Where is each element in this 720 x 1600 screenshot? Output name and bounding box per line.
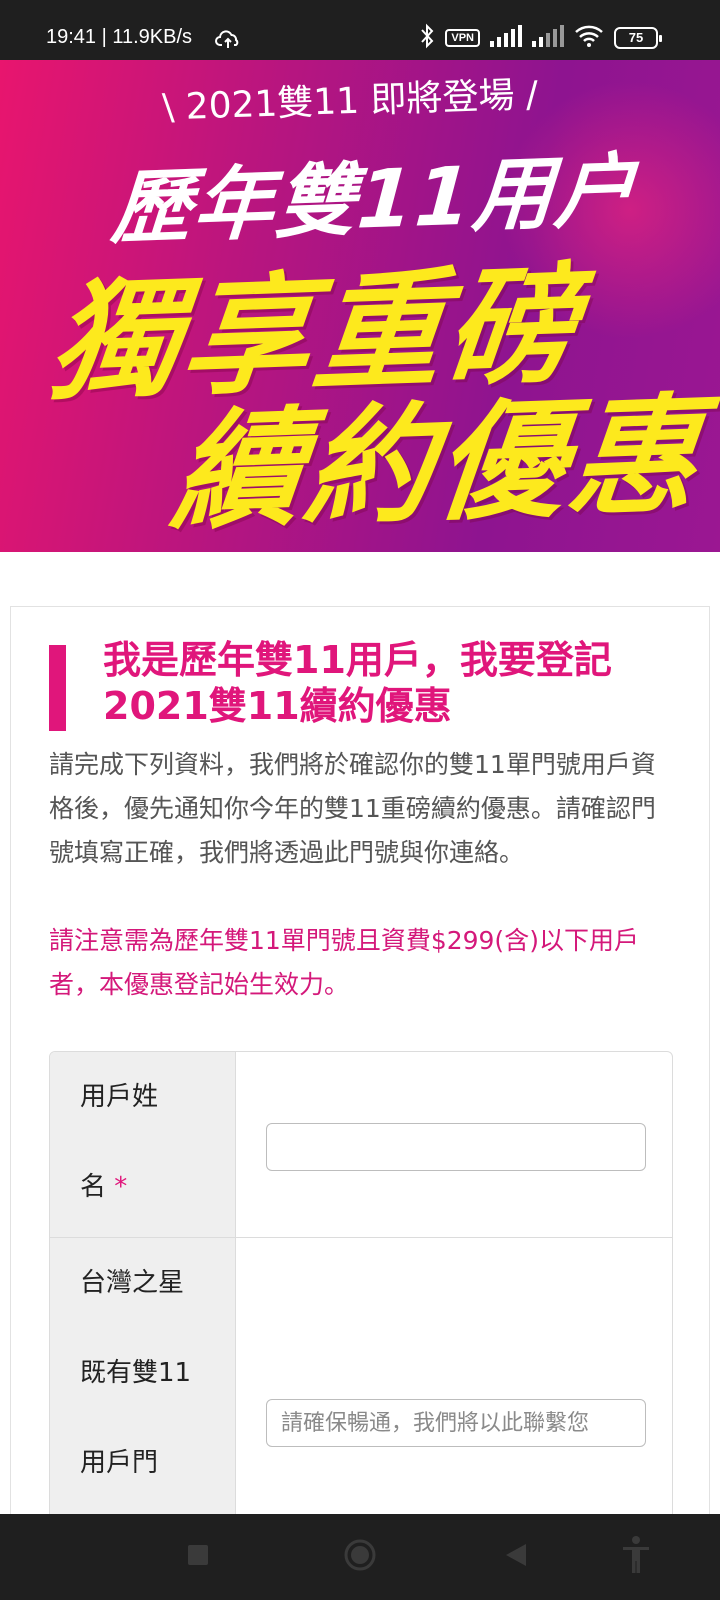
phone-label: 台灣之星 既有雙11 用戶門 <box>80 1238 220 1508</box>
back-button[interactable] <box>456 1514 576 1600</box>
status-bar: 19:41 | 11.9KB/s VPN 75 <box>0 0 720 60</box>
card-description: 請完成下列資料，我們將於確認你的雙11單門號用戶資格後，優先通知你今年的雙11重… <box>49 750 656 867</box>
form-row-name: 用戶姓 名 * <box>50 1052 672 1238</box>
recents-button[interactable] <box>138 1514 258 1600</box>
promo-banner[interactable]: \ 2021雙11 即將登場 / 歷年雙11用户 獨享重磅 續約優惠 <box>0 60 720 552</box>
card-notice: 請注意需為歷年雙11單門號且資費$299(含)以下用戶者，本優惠登記始生效力。 <box>49 926 639 999</box>
name-label: 用戶姓 名 * <box>80 1052 220 1232</box>
bluetooth-icon <box>419 23 435 53</box>
accessibility-icon <box>620 1535 652 1579</box>
status-time-speed: 19:41 | 11.9KB/s <box>46 26 193 48</box>
heading-accent-bar <box>49 645 66 731</box>
vpn-badge: VPN <box>445 29 480 47</box>
cloud-upload-icon <box>215 28 241 54</box>
status-icons: VPN 75 <box>419 23 662 53</box>
card-heading: 我是歷年雙11用戶，我要登記2021雙11續約優惠 <box>103 638 612 728</box>
name-label-line1: 用戶姓 <box>80 1082 159 1112</box>
signal-icon <box>490 25 522 51</box>
back-icon <box>504 1542 528 1572</box>
navigation-bar <box>0 1514 720 1600</box>
home-button[interactable] <box>300 1514 420 1600</box>
name-label-line2: 名 <box>80 1172 107 1202</box>
registration-card: 我是歷年雙11用戶，我要登記2021雙11續約優惠 請完成下列資料，我們將於確認… <box>10 606 710 1600</box>
name-label-line2-wrap: 名 * <box>80 1142 220 1232</box>
phone-label-line2: 既有雙11 <box>80 1358 192 1388</box>
phone-input[interactable] <box>266 1399 646 1447</box>
banner-headline-2: 續約優惠 <box>166 380 710 549</box>
home-icon <box>343 1538 377 1576</box>
battery-icon: 75 <box>614 27 662 49</box>
phone-label-line3: 用戶門 <box>80 1448 159 1478</box>
recents-icon <box>186 1543 210 1571</box>
name-label-cell: 用戶姓 名 * <box>50 1052 236 1237</box>
signal-icon-2 <box>532 25 564 51</box>
phone-label-line1: 台灣之星 <box>80 1268 185 1298</box>
wifi-icon <box>574 25 604 51</box>
name-input[interactable] <box>266 1123 646 1171</box>
required-mark: * <box>114 1172 128 1202</box>
accessibility-button[interactable] <box>576 1514 696 1600</box>
